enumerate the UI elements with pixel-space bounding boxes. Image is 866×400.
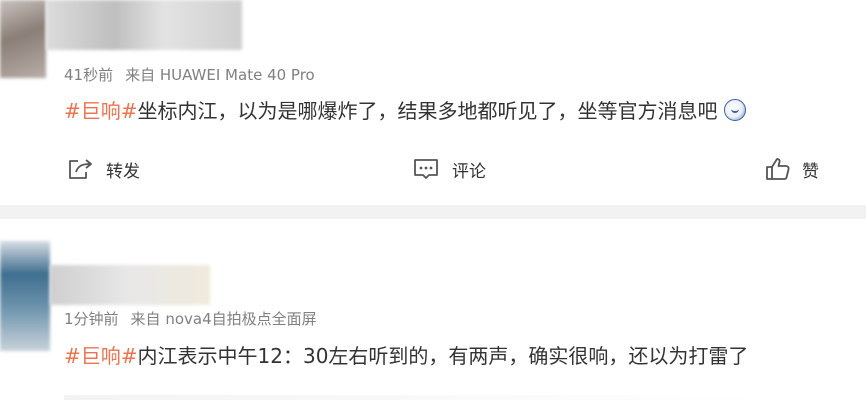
post-actions: 转发 评论 赞 xyxy=(0,152,866,186)
post-text: 内江表示中午12：30左右听到的，有两声，确实很响，还以为打雷了 xyxy=(137,344,749,368)
comment-button[interactable]: 评论 xyxy=(412,152,486,186)
post-separator xyxy=(0,205,866,219)
post-source: 来自 HUAWEI Mate 40 Pro xyxy=(125,66,315,84)
post-meta: 41秒前 来自 HUAWEI Mate 40 Pro xyxy=(64,64,315,85)
post-meta: 1分钟前 来自 nova4自拍极点全面屏 xyxy=(64,308,317,329)
post-text: 坐标内江，以为是哪爆炸了，结果多地都听见了，坐等官方消息吧 xyxy=(137,99,718,123)
avatar[interactable] xyxy=(0,0,46,78)
face-emoji-icon xyxy=(723,99,746,121)
topic-link[interactable]: #巨响# xyxy=(64,344,138,368)
truncated-action-bar xyxy=(64,395,764,400)
like-button[interactable]: 赞 xyxy=(764,152,819,186)
post-time: 41秒前 xyxy=(64,66,114,84)
like-label: 赞 xyxy=(802,161,819,182)
weibo-post: 41秒前 来自 HUAWEI Mate 40 Pro #巨响#坐标内江，以为是哪爆… xyxy=(0,0,866,205)
comment-icon xyxy=(412,157,440,181)
topic-link[interactable]: #巨响# xyxy=(64,99,138,123)
comment-label: 评论 xyxy=(452,161,486,182)
repost-button[interactable]: 转发 xyxy=(66,152,140,186)
post-time: 1分钟前 xyxy=(64,310,119,328)
avatar[interactable] xyxy=(0,241,50,351)
weibo-post: 1分钟前 来自 nova4自拍极点全面屏 #巨响#内江表示中午12：30左右听到的… xyxy=(0,219,866,400)
share-icon xyxy=(66,157,94,181)
thumbs-up-icon xyxy=(764,156,792,182)
post-source: 来自 nova4自拍极点全面屏 xyxy=(130,310,317,328)
post-content: #巨响#内江表示中午12：30左右听到的，有两声，确实很响，还以为打雷了 xyxy=(64,340,748,369)
username-blurred[interactable] xyxy=(50,265,210,305)
post-content: #巨响#坐标内江，以为是哪爆炸了，结果多地都听见了，坐等官方消息吧 xyxy=(64,95,746,124)
repost-label: 转发 xyxy=(106,161,140,182)
username-blurred[interactable] xyxy=(46,0,242,50)
